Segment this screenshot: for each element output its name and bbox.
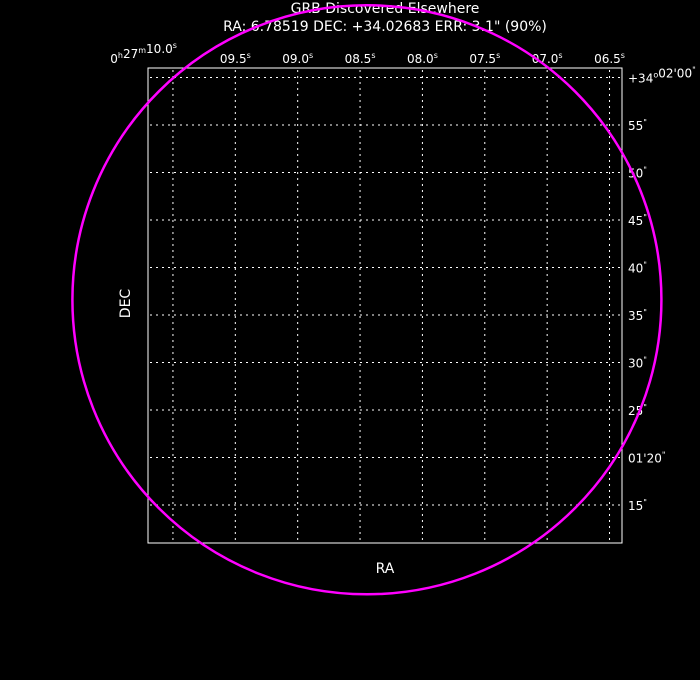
y-tick-label: 15" [628, 498, 647, 513]
x-tick-label: 07.5s [469, 51, 500, 66]
y-tick-label: 01'20" [628, 451, 666, 466]
x-tick-label: 08.5s [345, 51, 376, 66]
x-tick-labels: 0h27m10.0s09.5s 09.0s 08.5s 08.0s 07.5s 07.0s… [110, 41, 625, 66]
y-tick-label: 40" [628, 261, 647, 276]
y-tick-label: 45" [628, 213, 647, 228]
x-tick-label: 09.0s [282, 51, 313, 66]
x-tick-label: 08.0s [407, 51, 438, 66]
x-tick-label: 0h27m10.0s [110, 41, 177, 66]
y-tick-label: 30" [628, 356, 647, 371]
y-tick-label: 55" [628, 118, 647, 133]
x-axis-label: RA [376, 561, 395, 577]
y-tick-label: +34o02'00" [628, 66, 696, 86]
plot-frame [147, 67, 623, 544]
chart-canvas: 0h27m10.0s09.5s 09.0s 08.5s 08.0s 07.5s 07.0s… [71, 4, 696, 596]
error-circle [71, 4, 663, 596]
grid-lines [150, 70, 620, 541]
y-tick-label: 35" [628, 308, 647, 323]
y-axis-label: DEC [118, 289, 134, 319]
x-tick-label: 09.5s [220, 51, 251, 66]
x-tick-label: 06.5s [594, 51, 625, 66]
